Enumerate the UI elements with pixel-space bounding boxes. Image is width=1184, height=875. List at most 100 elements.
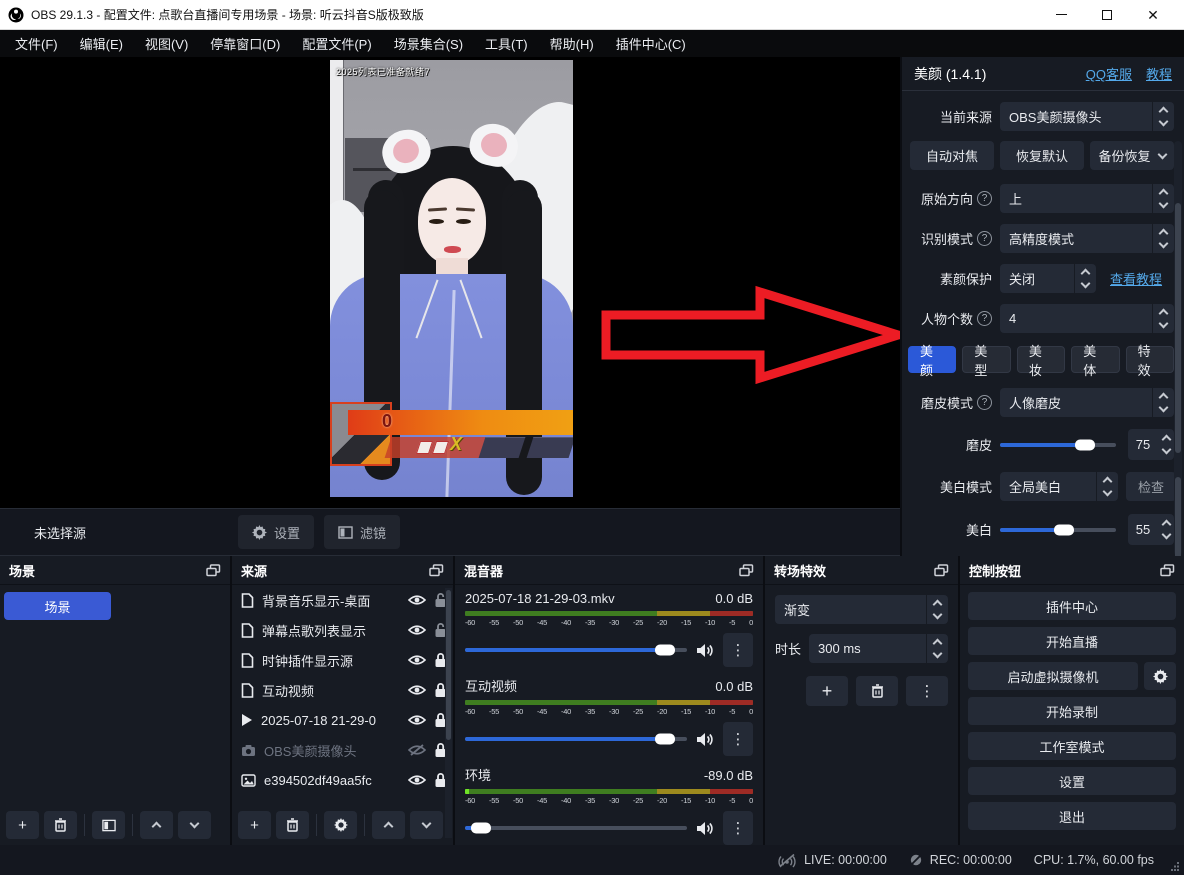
eye-icon[interactable] [408, 714, 426, 726]
add-source-button[interactable]: + [238, 811, 271, 839]
eye-icon[interactable] [408, 654, 426, 666]
speaker-icon[interactable] [696, 643, 714, 658]
close-button[interactable]: ✕ [1130, 0, 1176, 29]
transition-select[interactable]: 渐变 [775, 595, 948, 624]
transition-menu-button[interactable]: ⋮ [906, 676, 948, 706]
source-row[interactable]: 背景音乐显示-桌面 [232, 585, 453, 615]
start-streaming-button[interactable]: 开始直播 [968, 627, 1176, 655]
scene-down-button[interactable] [178, 811, 211, 839]
slider-handle[interactable] [655, 734, 675, 745]
source-row[interactable]: e394502df49aa5fc [232, 765, 453, 795]
start-recording-button[interactable]: 开始录制 [968, 697, 1176, 725]
recognition-mode-select[interactable]: 高精度模式 [1000, 224, 1174, 253]
help-icon[interactable]: ? [977, 311, 992, 326]
menu-plugin-center[interactable]: 插件中心(C) [605, 30, 697, 57]
menu-profile[interactable]: 配置文件(P) [291, 30, 382, 57]
help-icon[interactable]: ? [977, 231, 992, 246]
menu-tools[interactable]: 工具(T) [474, 30, 539, 57]
tab-effects[interactable]: 特效 [1126, 346, 1174, 373]
eye-icon[interactable] [408, 624, 426, 636]
exit-button[interactable]: 退出 [968, 802, 1176, 830]
whiten-slider[interactable] [1000, 528, 1116, 532]
studio-mode-button[interactable]: 工作室模式 [968, 732, 1176, 760]
source-properties-gear-button[interactable] [324, 811, 357, 839]
whiten-mode-select[interactable]: 全局美白 [1000, 472, 1118, 501]
popout-icon[interactable] [739, 564, 754, 577]
plugin-center-button[interactable]: 插件中心 [968, 592, 1176, 620]
channel-menu-button[interactable]: ⋮ [723, 633, 753, 667]
source-row[interactable]: 弹幕点歌列表显示 [232, 615, 453, 645]
settings-button[interactable]: 设置 [968, 767, 1176, 795]
tab-reshape[interactable]: 美型 [962, 346, 1010, 373]
eye-icon[interactable] [408, 774, 426, 786]
source-row[interactable]: 2025-07-18 21-29-0 [232, 705, 453, 735]
menu-docks[interactable]: 停靠窗口(D) [199, 30, 291, 57]
menu-edit[interactable]: 编辑(E) [69, 30, 134, 57]
smooth-mode-select[interactable]: 人像磨皮 [1000, 388, 1174, 417]
remove-source-button[interactable] [276, 811, 309, 839]
scene-filters-button[interactable] [92, 811, 125, 839]
person-count-spinner[interactable]: 4 [1000, 304, 1174, 333]
volume-slider[interactable] [465, 648, 687, 652]
popout-icon[interactable] [429, 564, 444, 577]
menu-file[interactable]: 文件(F) [4, 30, 69, 57]
virtual-camera-settings-button[interactable] [1144, 662, 1176, 690]
scene-item[interactable]: 场景 [4, 592, 111, 620]
view-tutorial-link[interactable]: 查看教程 [1110, 269, 1162, 288]
backup-restore-button[interactable]: 备份恢复 [1090, 141, 1174, 170]
check-button[interactable]: 检查 [1126, 472, 1176, 501]
start-virtual-camera-button[interactable]: 启动虚拟摄像机 [968, 662, 1138, 690]
add-transition-button[interactable]: + [806, 676, 848, 706]
smooth-spinbox[interactable]: 75 [1128, 429, 1174, 460]
whiten-spinbox[interactable]: 55 [1128, 514, 1174, 545]
channel-menu-button[interactable]: ⋮ [723, 722, 753, 756]
speaker-icon[interactable] [696, 732, 714, 747]
source-filters-button[interactable]: 滤镜 [324, 515, 400, 549]
scene-up-button[interactable] [140, 811, 173, 839]
source-down-button[interactable] [410, 811, 443, 839]
resize-grip[interactable] [1171, 862, 1180, 871]
maximize-button[interactable] [1084, 0, 1130, 29]
source-up-button[interactable] [372, 811, 405, 839]
source-row[interactable]: 互动视频 [232, 675, 453, 705]
source-row[interactable]: OBS美颜摄像头 [232, 735, 453, 765]
eye-icon[interactable] [408, 684, 426, 696]
orientation-select[interactable]: 上 [1000, 184, 1174, 213]
menu-view[interactable]: 视图(V) [134, 30, 199, 57]
tutorial-link[interactable]: 教程 [1146, 64, 1172, 83]
slider-handle[interactable] [1075, 439, 1095, 450]
menu-help[interactable]: 帮助(H) [539, 30, 605, 57]
remove-scene-button[interactable] [44, 811, 77, 839]
sources-scrollbar[interactable] [445, 588, 452, 838]
source-row[interactable]: 时钟插件显示源 [232, 645, 453, 675]
popout-icon[interactable] [206, 564, 221, 577]
smooth-slider[interactable] [1000, 443, 1116, 447]
eye-icon[interactable] [408, 594, 426, 606]
makeup-protect-select[interactable]: 关闭 [1000, 264, 1096, 293]
current-source-select[interactable]: OBS美颜摄像头 [1000, 102, 1174, 131]
slider-handle[interactable] [1054, 524, 1074, 535]
popout-icon[interactable] [1160, 564, 1175, 577]
add-scene-button[interactable]: + [6, 811, 39, 839]
restore-default-button[interactable]: 恢复默认 [1000, 141, 1084, 170]
slider-handle[interactable] [655, 645, 675, 656]
autofocus-button[interactable]: 自动对焦 [910, 141, 994, 170]
volume-slider[interactable] [465, 826, 687, 830]
channel-menu-button[interactable]: ⋮ [723, 811, 753, 845]
qq-support-link[interactable]: QQ客服 [1086, 64, 1132, 83]
popout-icon[interactable] [934, 564, 949, 577]
eye-slash-icon[interactable] [408, 744, 426, 756]
volume-slider[interactable] [465, 737, 687, 741]
duration-spinner[interactable]: 300 ms [809, 634, 948, 663]
beauty-scrollbar[interactable] [1174, 141, 1182, 556]
tab-beauty[interactable]: 美颜 [908, 346, 956, 373]
minimize-button[interactable] [1038, 0, 1084, 29]
help-icon[interactable]: ? [977, 395, 992, 410]
speaker-icon[interactable] [696, 821, 714, 836]
remove-transition-button[interactable] [856, 676, 898, 706]
slider-handle[interactable] [471, 823, 491, 834]
tab-makeup[interactable]: 美妆 [1017, 346, 1065, 373]
tab-body[interactable]: 美体 [1071, 346, 1119, 373]
help-icon[interactable]: ? [977, 191, 992, 206]
source-properties-button[interactable]: 设置 [238, 515, 314, 549]
